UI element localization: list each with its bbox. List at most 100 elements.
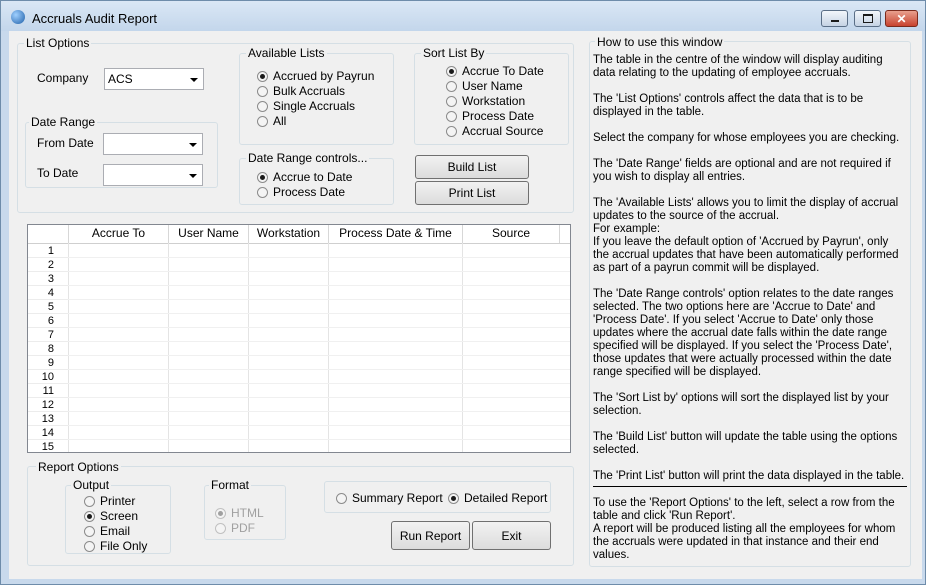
radio-output-screen[interactable]: Screen [84,509,138,523]
col-process-date-time[interactable]: Process Date & Time [329,225,463,243]
row-number[interactable]: 6 [28,314,68,328]
row-number[interactable]: 1 [28,244,68,258]
radio-range-process-date[interactable]: Process Date [257,185,345,199]
row-number[interactable]: 7 [28,328,68,342]
radio-sort-user-name[interactable]: User Name [446,79,523,93]
row-number[interactable]: 5 [28,300,68,314]
radio-format-pdf[interactable]: PDF [215,521,255,535]
row-number[interactable]: 13 [28,412,68,426]
radio-detailed-report[interactable]: Detailed Report [448,491,547,505]
date-range-label: Date Range [29,115,98,129]
radio-icon [336,492,347,504]
table-row[interactable] [68,314,570,328]
col-user-name[interactable]: User Name [169,225,249,243]
company-select[interactable]: ACS [104,68,204,90]
radio-single-accruals[interactable]: Single Accruals [257,99,355,113]
row-number[interactable]: 3 [28,272,68,286]
help-paragraph: The 'Date Range controls' option relates… [593,288,894,378]
help-label: How to use this window [595,35,725,49]
help-paragraph: The 'Print List' button will print the d… [593,470,905,482]
radio-icon [84,495,95,507]
table-row[interactable] [68,328,570,342]
table-row[interactable] [68,440,570,452]
output-label: Output [71,478,112,492]
radio-selected-icon [446,65,457,77]
table-row[interactable] [68,286,570,300]
table-row[interactable] [68,426,570,440]
radio-summary-report[interactable]: Summary Report [336,491,443,505]
row-number[interactable]: 10 [28,370,68,384]
maximize-button[interactable] [854,10,881,27]
row-number[interactable]: 12 [28,398,68,412]
radio-icon [84,525,95,537]
table-row[interactable] [68,356,570,370]
radio-icon [446,80,457,92]
to-date-picker[interactable] [103,164,203,186]
radio-icon [257,186,268,198]
build-list-button[interactable]: Build List [415,155,529,179]
help-text: The table in the centre of the window wi… [593,54,907,562]
radio-sort-process-date[interactable]: Process Date [446,109,534,123]
help-paragraph: Select the company for whose employees y… [593,132,900,144]
maximize-icon [862,14,873,23]
radio-icon [257,85,268,97]
minimize-button[interactable] [821,10,848,27]
table-row[interactable] [68,272,570,286]
table-row[interactable] [68,300,570,314]
close-button[interactable]: ✕ [885,10,918,27]
radio-icon [257,115,268,127]
exit-button[interactable]: Exit [472,521,551,550]
from-date-picker[interactable] [103,133,203,155]
sort-list-by-label: Sort List By [421,46,487,60]
chevron-down-icon [190,78,198,82]
radio-all[interactable]: All [257,114,286,128]
radio-icon [215,522,226,534]
list-options-label: List Options [24,36,92,50]
table-row[interactable] [68,412,570,426]
help-paragraph: The 'Sort List by' options will sort the… [593,392,889,417]
radio-bulk-accruals[interactable]: Bulk Accruals [257,84,345,98]
radio-icon [446,125,457,137]
table-row[interactable] [68,398,570,412]
col-source[interactable]: Source [463,225,560,243]
radio-output-email[interactable]: Email [84,524,130,538]
radio-sort-accrual-source[interactable]: Accrual Source [446,124,543,138]
print-list-button[interactable]: Print List [415,181,529,205]
row-number[interactable]: 11 [28,384,68,398]
row-number[interactable]: 4 [28,286,68,300]
radio-accrued-by-payrun[interactable]: Accrued by Payrun [257,69,374,83]
table-header: Accrue To User Name Workstation Process … [28,225,570,244]
accruals-audit-window: Accruals Audit Report ✕ List Options Com… [0,0,926,585]
help-paragraph: To use the 'Report Options' to the left,… [593,497,895,522]
radio-icon [84,540,95,552]
radio-range-accrue-to-date[interactable]: Accrue to Date [257,170,352,184]
table-row[interactable] [68,258,570,272]
help-paragraph: The 'List Options' controls affect the d… [593,93,864,118]
report-options-label: Report Options [36,460,121,474]
row-number[interactable]: 15 [28,440,68,452]
app-icon [11,10,25,24]
chevron-down-icon [189,174,197,178]
table-row[interactable] [68,384,570,398]
row-number[interactable]: 9 [28,356,68,370]
from-date-label: From Date [37,136,94,150]
table-row[interactable] [68,370,570,384]
table-row[interactable] [68,244,570,258]
col-accrue-to[interactable]: Accrue To [69,225,169,243]
radio-sort-workstation[interactable]: Workstation [446,94,525,108]
radio-sort-accrue-to-date[interactable]: Accrue To Date [446,64,544,78]
help-divider [593,486,907,487]
row-number[interactable]: 14 [28,426,68,440]
radio-output-printer[interactable]: Printer [84,494,135,508]
table-row[interactable] [68,342,570,356]
row-number[interactable]: 2 [28,258,68,272]
help-panel: How to use this window The table in the … [589,35,911,567]
row-number[interactable]: 8 [28,342,68,356]
col-workstation[interactable]: Workstation [249,225,329,243]
title-bar[interactable]: Accruals Audit Report ✕ [1,1,925,31]
run-report-button[interactable]: Run Report [391,521,470,550]
radio-format-html[interactable]: HTML [215,506,264,520]
radio-output-file-only[interactable]: File Only [84,539,147,553]
help-paragraph: A report will be produced listing all th… [593,523,896,561]
audit-table[interactable]: Accrue To User Name Workstation Process … [27,224,571,453]
